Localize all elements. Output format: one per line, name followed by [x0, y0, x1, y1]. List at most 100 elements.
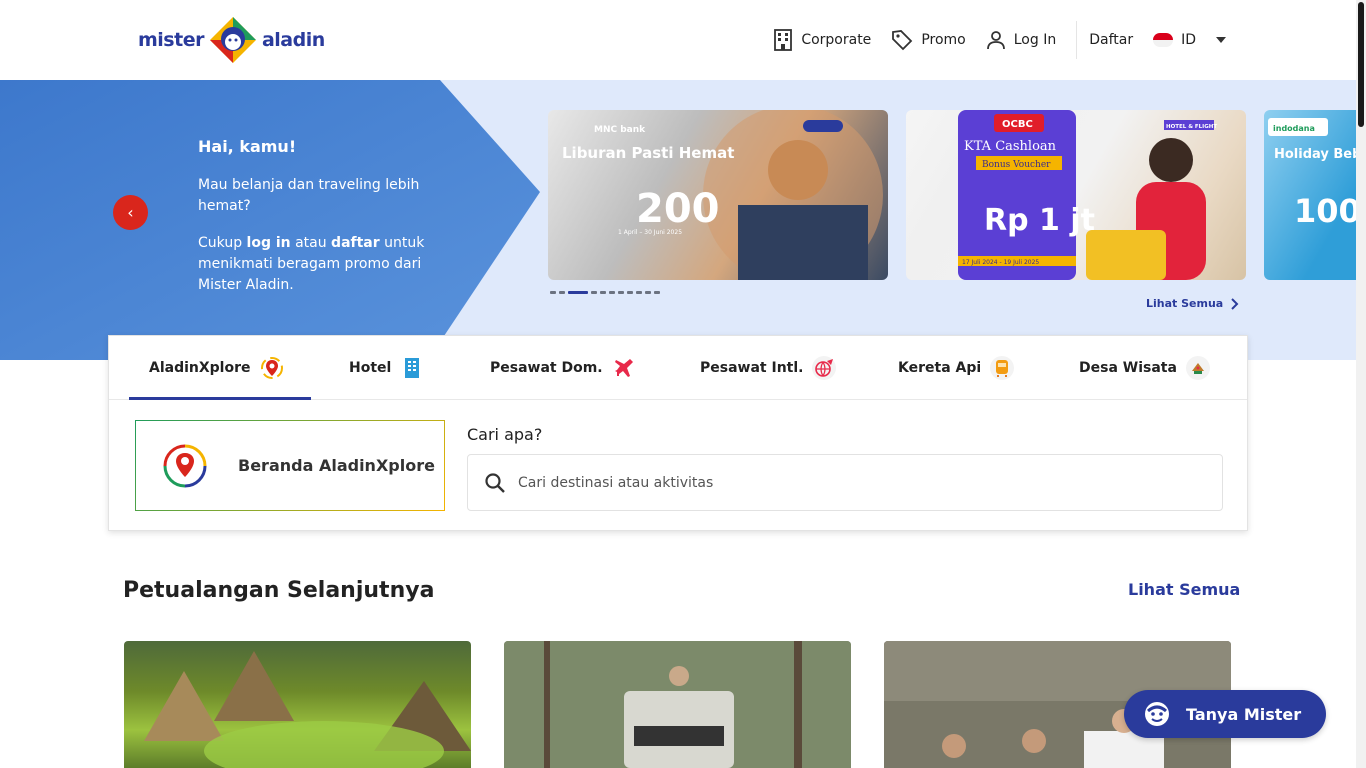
promo-banner-indodana-amount: 100 [1294, 192, 1356, 230]
chat-button-label: Tanya Mister [1186, 704, 1302, 724]
tab-hotel[interactable]: Hotel [349, 336, 425, 399]
search-label: Cari apa? [467, 425, 543, 444]
tab-kereta-api[interactable]: Kereta Api [898, 336, 1015, 399]
adventure-card-2[interactable] [504, 641, 851, 768]
hero-line2: Cukup log in atau daftar untuk menikmati… [198, 235, 425, 293]
promo-banner-ocbc-art: OCBC KTA Cashloan Bonus Voucher Rp 1 jt … [958, 110, 1217, 280]
nav-register[interactable]: Daftar [1089, 32, 1133, 48]
page-scrollbar[interactable] [1356, 0, 1366, 768]
tab-pesawat-dom-label: Pesawat Dom. [490, 359, 603, 376]
search-input[interactable] [518, 474, 1118, 491]
product-tabs: AladinXplore Hotel Pesawat Dom. Pesawat … [109, 336, 1247, 400]
section-title: Petualangan Selanjutnya [123, 578, 435, 603]
search-icon [485, 472, 505, 493]
tab-kereta-api-label: Kereta Api [898, 359, 982, 376]
aladinxplore-home-button[interactable]: Beranda AladinXplore [135, 420, 445, 511]
nav-login-label: Log In [1013, 32, 1057, 48]
carousel-dot[interactable] [636, 291, 642, 294]
tag-icon [892, 30, 913, 51]
nav-login[interactable]: Log In [986, 30, 1056, 50]
logo-mark-icon [209, 17, 256, 63]
carousel-dot[interactable] [645, 291, 651, 294]
hero-line1: Mau belanja dan traveling lebih hemat? [198, 177, 420, 214]
tab-pesawat-intl-label: Pesawat Intl. [700, 359, 804, 376]
carousel-dot[interactable] [609, 291, 615, 294]
promo-banner-mnc-title: Liburan Pasti Hemat [562, 144, 734, 162]
language-label: ID [1181, 32, 1196, 48]
nav-promo[interactable]: Promo [891, 29, 966, 51]
tab-desa-wisata[interactable]: Desa Wisata [1079, 336, 1211, 399]
mister-face-icon [1145, 702, 1169, 726]
promo-banner-mnc-note: 1 April – 30 Juni 2025 [618, 229, 682, 236]
promo-banner-indodana-title: Holiday Bebas Wor [1274, 147, 1356, 162]
promo-banner-ocbc-amount: Rp 1 jt [984, 203, 1095, 238]
hero-greeting: Hai, kamu! [198, 137, 297, 156]
promo-banner-indodana-brand: indodana [1273, 124, 1315, 133]
nav-register-label: Daftar [1089, 32, 1134, 48]
promo-banner-mnc-amount: 200 [636, 186, 720, 232]
adventure-card-2-image [504, 641, 851, 768]
nav-promo-label: Promo [921, 32, 966, 48]
promo-banner-ocbc[interactable]: OCBC KTA Cashloan Bonus Voucher Rp 1 jt … [906, 110, 1246, 280]
hero-register-link[interactable]: daftar [331, 235, 380, 251]
globe-plane-icon [812, 355, 837, 380]
logo-text-right: aladin [261, 29, 325, 51]
search-box[interactable] [467, 454, 1223, 511]
carousel-dot[interactable] [568, 291, 588, 294]
carousel-dot[interactable] [550, 291, 556, 294]
carousel-dots [550, 291, 660, 294]
promo-banner-mnc[interactable]: MNC bank Liburan Pasti Hemat 200 1 April… [548, 110, 888, 280]
tab-aladinxplore-label: AladinXplore [149, 359, 251, 376]
promo-banner-indodana[interactable]: indodana Holiday Bebas Wor 100 [1264, 110, 1356, 280]
promo-see-all-link[interactable]: Lihat Semua [1146, 297, 1239, 310]
tanya-mister-chat-button[interactable]: Tanya Mister [1124, 690, 1326, 738]
carousel-dot[interactable] [654, 291, 660, 294]
carousel-dot[interactable] [559, 291, 565, 294]
carousel-dot[interactable] [627, 291, 633, 294]
promo-banner-ocbc-tag: HOTEL & FLIGHT [1166, 124, 1217, 130]
scrollbar-thumb[interactable] [1358, 2, 1364, 127]
hero-text: Hai, kamu! Mau belanja dan traveling leb… [198, 136, 448, 312]
aladinxplore-home-label: Beranda AladinXplore [238, 456, 435, 475]
promo-see-all-label: Lihat Semua [1146, 297, 1224, 310]
adventure-card-1[interactable] [124, 641, 471, 768]
carousel-dot[interactable] [618, 291, 624, 294]
airplane-icon [614, 358, 633, 377]
hero-login-link[interactable]: log in [247, 235, 291, 251]
tab-aladinxplore[interactable]: AladinXplore [129, 336, 310, 400]
promo-banner-mnc-art: MNC bank Liburan Pasti Hemat 200 1 April… [562, 110, 883, 280]
village-icon [1185, 355, 1210, 380]
indonesia-flag-icon [1153, 33, 1174, 47]
user-icon [986, 31, 1005, 50]
nav-corporate-label: Corporate [801, 32, 872, 48]
promo-banner-ocbc-title: KTA Cashloan [964, 139, 1057, 154]
promo-banner-ocbc-subtitle: Bonus Voucher [982, 160, 1051, 170]
chevron-down-icon [1216, 37, 1226, 43]
search-card: AladinXplore Hotel Pesawat Dom. Pesawat … [108, 335, 1248, 531]
mister-aladin-logo[interactable]: mister aladin [138, 14, 325, 66]
tab-hotel-label: Hotel [349, 359, 392, 376]
carousel-dot[interactable] [591, 291, 597, 294]
hotel-building-icon [405, 357, 420, 378]
top-header: mister aladin Corporate Promo Log In Daf… [0, 0, 1356, 80]
promo-banner-indodana-art: indodana Holiday Bebas Wor 100 [1268, 118, 1356, 230]
train-icon [990, 355, 1015, 380]
section-see-all-link[interactable]: Lihat Semua [1128, 580, 1240, 599]
chevron-right-icon [1231, 297, 1239, 310]
language-selector[interactable]: ID [1153, 32, 1226, 48]
tab-desa-wisata-label: Desa Wisata [1079, 359, 1177, 376]
adventure-card-1-image [144, 651, 471, 768]
aladinxplore-logo-icon [163, 444, 207, 487]
carousel-prev-button[interactable]: ‹ [113, 195, 148, 230]
nav-divider [1076, 21, 1078, 59]
tab-pesawat-intl[interactable]: Pesawat Intl. [700, 336, 837, 399]
aladinxplore-icon [260, 356, 283, 379]
hero-promo-section: ‹ Hai, kamu! Mau belanja dan traveling l… [0, 80, 1356, 360]
top-nav: Corporate Promo Log In Daftar ID [773, 0, 1226, 80]
carousel-dot[interactable] [600, 291, 606, 294]
promo-banner-mnc-brand: MNC bank [594, 125, 646, 135]
promo-banner-ocbc-note: 17 Juli 2024 - 19 Juli 2025 [962, 259, 1039, 266]
nav-corporate[interactable]: Corporate [773, 29, 871, 51]
promo-banner-ocbc-brand: OCBC [1002, 119, 1033, 130]
tab-pesawat-dom[interactable]: Pesawat Dom. [490, 336, 637, 399]
